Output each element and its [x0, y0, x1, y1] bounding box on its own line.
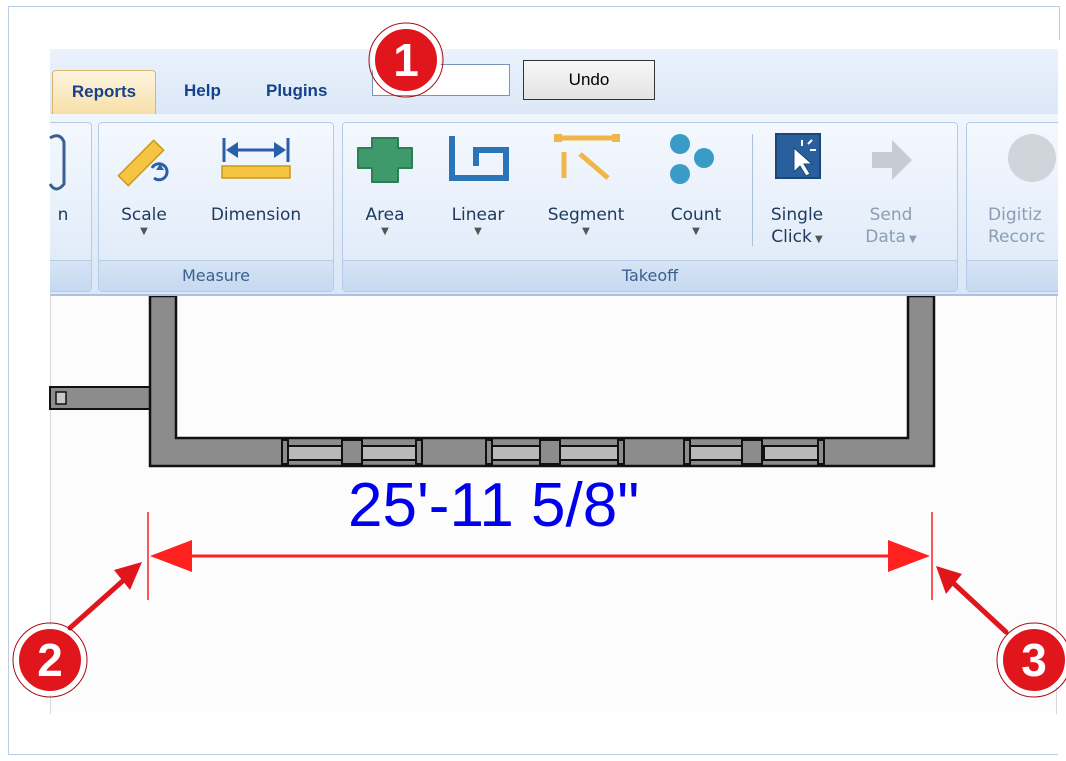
chevron-down-icon: ▼ [905, 234, 917, 245]
chevron-down-icon: ▼ [582, 226, 590, 237]
chevron-down-icon: ▼ [474, 226, 482, 237]
dimension-text: 25'-11 5/8" [348, 471, 640, 540]
linear-shape-icon [449, 136, 509, 181]
chevron-down-icon: ▼ [140, 226, 148, 237]
chevron-down-icon: ▼ [692, 226, 700, 237]
dimension-ruler-icon [221, 138, 291, 179]
chevron-down-icon: ▼ [381, 226, 389, 237]
group-measure-label: Measure [99, 260, 333, 291]
record-circle-icon [1008, 134, 1056, 182]
area-button[interactable]: Area ▼ [350, 122, 420, 262]
scale-label: Scale [121, 205, 167, 225]
count-button[interactable]: Count ▼ [652, 122, 740, 262]
segment-shape-icon [554, 134, 620, 180]
group-digitizer-label [967, 260, 1062, 291]
linear-label: Linear [451, 205, 505, 225]
digitizer-record-button[interactable]: Digitiz Recorc [980, 122, 1060, 262]
undo-button[interactable]: Undo [523, 60, 655, 100]
linear-button[interactable]: Linear ▼ [436, 122, 520, 262]
send-data-label-2: Data [865, 227, 906, 247]
callout-number-3: 3 [1021, 634, 1047, 686]
tab-plugins[interactable]: Plugins [266, 70, 327, 112]
group-partial-label [50, 260, 91, 291]
area-shape-icon [357, 137, 413, 183]
send-data-label-1: Send [869, 205, 913, 225]
area-label: Area [365, 205, 405, 225]
tab-reports[interactable]: Reports [52, 70, 156, 114]
digitizer-label-2: Recorc [988, 227, 1046, 247]
group-takeoff-label: Takeoff [343, 260, 957, 291]
segment-button[interactable]: Segment ▼ [536, 122, 636, 262]
callout-badge-3: 3 [996, 622, 1066, 698]
callout-badge-1: 1 [368, 22, 444, 98]
count-dots-icon [670, 134, 714, 184]
callout-number-2: 2 [37, 634, 63, 686]
callout-number-1: 1 [393, 34, 419, 86]
single-click-label-2: Click [771, 227, 812, 247]
scale-button[interactable]: Scale ▼ [104, 122, 184, 262]
chevron-down-icon: ▼ [811, 234, 823, 245]
single-click-label-1: Single [770, 205, 824, 225]
callout-badge-2: 2 [12, 622, 88, 698]
scale-ruler-icon [117, 139, 169, 187]
count-label: Count [670, 205, 722, 225]
dimension-button[interactable]: Dimension [196, 122, 316, 262]
single-click-button[interactable]: Single Click ▼ [764, 122, 830, 262]
wall-stub-end [55, 391, 67, 405]
pan-button-label: n [57, 205, 69, 225]
single-click-icon [775, 133, 821, 179]
digitizer-label-1: Digitiz [988, 205, 1042, 225]
segment-label: Segment [547, 205, 625, 225]
pan-button[interactable]: n [52, 122, 74, 242]
tab-help[interactable]: Help [184, 70, 221, 112]
dimension-label: Dimension [210, 205, 302, 225]
send-data-arrow-icon [872, 140, 912, 180]
ribbon-separator [752, 134, 753, 246]
send-data-button[interactable]: Send Data ▼ [858, 122, 924, 262]
